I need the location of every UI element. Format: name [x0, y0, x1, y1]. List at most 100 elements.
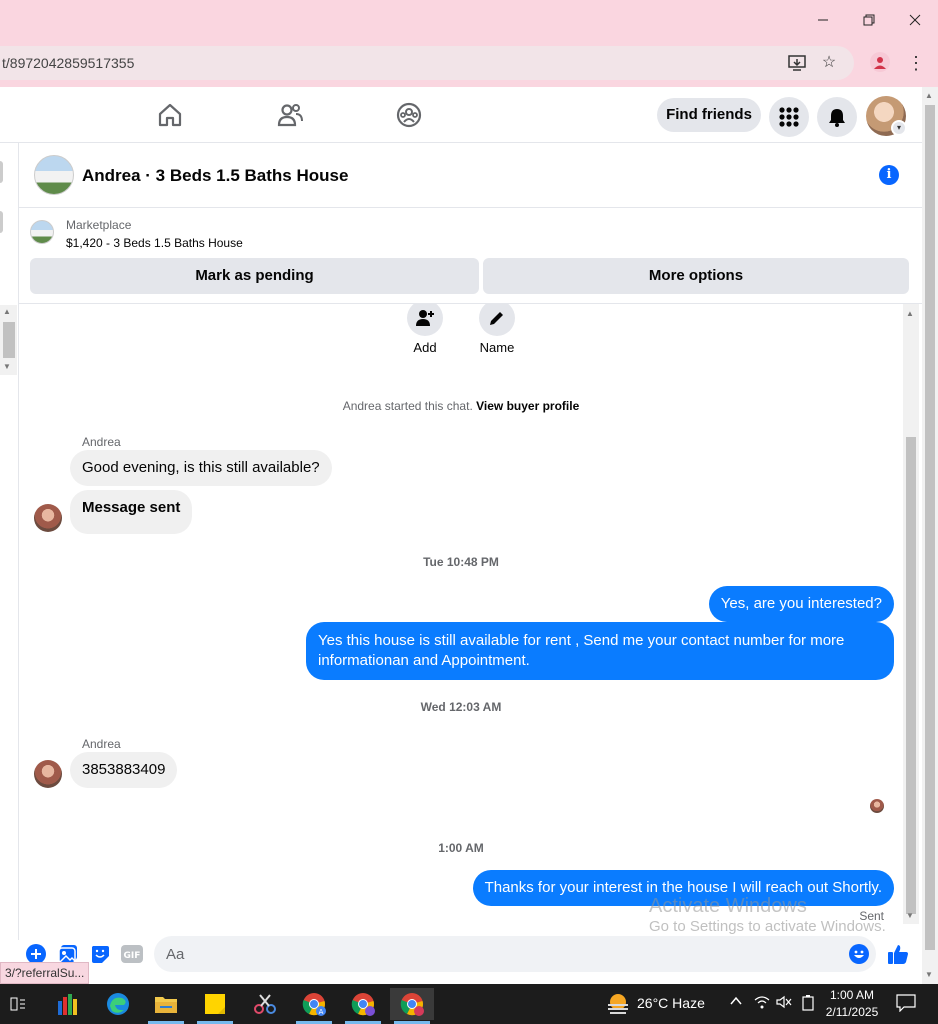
taskbar-edge[interactable] [96, 988, 140, 1020]
task-view-button[interactable] [0, 988, 36, 1020]
taskbar-app-meter[interactable] [47, 988, 91, 1020]
volume-muted-icon[interactable] [776, 995, 792, 1012]
page-scrollbar[interactable]: ▲ ▼ [922, 87, 938, 984]
bell-icon [829, 109, 845, 127]
browser-menu-icon[interactable]: ⋮ [906, 52, 926, 74]
view-buyer-profile-link[interactable]: View buyer profile [476, 399, 579, 413]
rename-button[interactable] [479, 304, 515, 336]
task-view-icon [10, 997, 25, 1011]
taskbar-sticky-notes[interactable] [193, 988, 237, 1024]
incoming-message[interactable]: Good evening, is this still available? [70, 450, 332, 486]
menu-grid-button[interactable] [769, 97, 809, 137]
close-icon [909, 14, 921, 26]
weather-haze-icon[interactable] [606, 993, 630, 1015]
add-people-button[interactable] [407, 304, 443, 336]
left-scroll-thumb[interactable] [3, 322, 15, 358]
scroll-down-icon[interactable]: ▼ [906, 911, 914, 920]
restore-button[interactable] [846, 0, 892, 40]
scroll-down-icon[interactable]: ▼ [3, 362, 11, 371]
left-panel-edge [0, 143, 19, 940]
left-scrollbar[interactable]: ▲ ▼ [0, 305, 17, 375]
scroll-down-icon[interactable]: ▼ [925, 970, 933, 979]
sticky-note-icon [205, 994, 225, 1014]
clock-time: 1:00 AM [829, 988, 875, 1002]
taskbar-chrome-profile-a[interactable]: A [292, 988, 336, 1024]
more-options-button[interactable]: More options [483, 258, 909, 294]
scissors-icon [254, 994, 276, 1014]
install-app-icon[interactable] [786, 54, 808, 72]
taskbar-chrome-profile-c[interactable] [390, 988, 434, 1024]
address-bar[interactable]: t/8972042859517355 ☆ [0, 46, 854, 80]
thread-scroll-thumb[interactable] [906, 437, 916, 914]
wifi-icon[interactable] [754, 995, 770, 1012]
scroll-up-icon[interactable]: ▲ [925, 91, 933, 100]
home-icon[interactable] [156, 101, 184, 129]
plus-circle-icon [26, 944, 46, 964]
emoji-button[interactable] [848, 943, 870, 965]
mark-as-pending-button[interactable]: Mark as pending [30, 258, 479, 294]
listing-thumbnail[interactable] [30, 220, 54, 244]
url-text: t/8972042859517355 [2, 55, 135, 71]
outgoing-message[interactable]: Yes this house is still available for re… [306, 622, 894, 680]
gif-button[interactable]: GIF [121, 943, 143, 965]
facebook-top-nav: Find friends ▾ [0, 87, 922, 143]
friends-icon[interactable] [276, 101, 304, 129]
incoming-message[interactable]: Message sent [70, 490, 193, 534]
sticker-button[interactable] [89, 943, 111, 965]
sender-name: Andrea [82, 737, 121, 751]
scroll-up-icon[interactable]: ▲ [3, 307, 11, 316]
notification-center-icon[interactable] [896, 994, 916, 1015]
status-bar-url: 3/?referralSu... [0, 962, 90, 984]
groups-icon[interactable] [395, 101, 423, 129]
battery-icon[interactable] [801, 995, 815, 1014]
add-label: Add [413, 340, 437, 355]
minimize-button[interactable] [800, 0, 846, 40]
taskbar-file-explorer[interactable] [144, 988, 188, 1024]
thread-scrollbar[interactable]: ▲ ▼ [903, 304, 919, 924]
bookmark-star-icon[interactable]: ☆ [818, 54, 840, 72]
andrea-avatar[interactable] [34, 504, 62, 532]
gif-icon: GIF [121, 945, 143, 963]
message-thread: Add Name Andrea started this chat. View … [19, 304, 903, 940]
sent-status: Sent [859, 909, 884, 923]
timestamp: 1:00 AM [438, 841, 484, 855]
edge-icon [107, 993, 129, 1015]
chrome-icon: A [302, 993, 326, 1016]
outgoing-message[interactable]: Yes, are you interested? [708, 586, 894, 622]
listing-price[interactable]: $1,420 - 3 Beds 1.5 Baths House [66, 236, 243, 250]
sticker-icon [92, 946, 109, 963]
chat-title[interactable]: Andrea · 3 Beds 1.5 Baths House [82, 166, 348, 186]
browser-profile-icon[interactable] [870, 52, 890, 72]
message-composer: GIF [19, 936, 922, 984]
timestamp: Wed 12:03 AM [420, 700, 502, 714]
minimize-icon [818, 19, 828, 21]
windows-taskbar: A 26°C Haze 1:00 AM 2/11/2025 [0, 984, 938, 1024]
folder-icon [155, 997, 177, 1013]
timestamp: Tue 10:48 PM [423, 555, 499, 569]
name-label: Name [479, 340, 515, 355]
left-panel-item[interactable] [0, 161, 3, 183]
like-button[interactable] [887, 943, 909, 965]
close-button[interactable] [892, 0, 938, 40]
chevron-down-icon[interactable]: ▾ [891, 120, 907, 136]
page-scroll-thumb[interactable] [925, 105, 935, 950]
taskbar-snipping-tool[interactable] [243, 988, 287, 1020]
left-panel-item[interactable] [0, 211, 3, 233]
marketplace-listing-bar: Marketplace $1,420 - 3 Beds 1.5 Baths Ho… [19, 208, 922, 304]
message-input[interactable] [154, 936, 876, 972]
chevron-up-icon[interactable] [729, 994, 743, 1011]
andrea-avatar[interactable] [34, 760, 62, 788]
find-friends-button[interactable]: Find friends [657, 98, 761, 132]
clock-date: 2/11/2025 [825, 1005, 879, 1019]
weather-text[interactable]: 26°C Haze [637, 995, 705, 1011]
taskbar-chrome-profile-b[interactable] [341, 988, 385, 1024]
audio-meter-icon [58, 994, 77, 1015]
incoming-message[interactable]: 3853883409 [70, 752, 178, 788]
scroll-up-icon[interactable]: ▲ [906, 309, 914, 318]
info-icon[interactable]: i [879, 165, 899, 185]
chat-started-notice: Andrea started this chat. View buyer pro… [19, 399, 903, 413]
listing-avatar[interactable] [34, 155, 74, 195]
notifications-button[interactable] [817, 97, 857, 137]
grid-icon [779, 107, 799, 127]
taskbar-clock[interactable]: 1:00 AM 2/11/2025 [820, 987, 884, 1021]
